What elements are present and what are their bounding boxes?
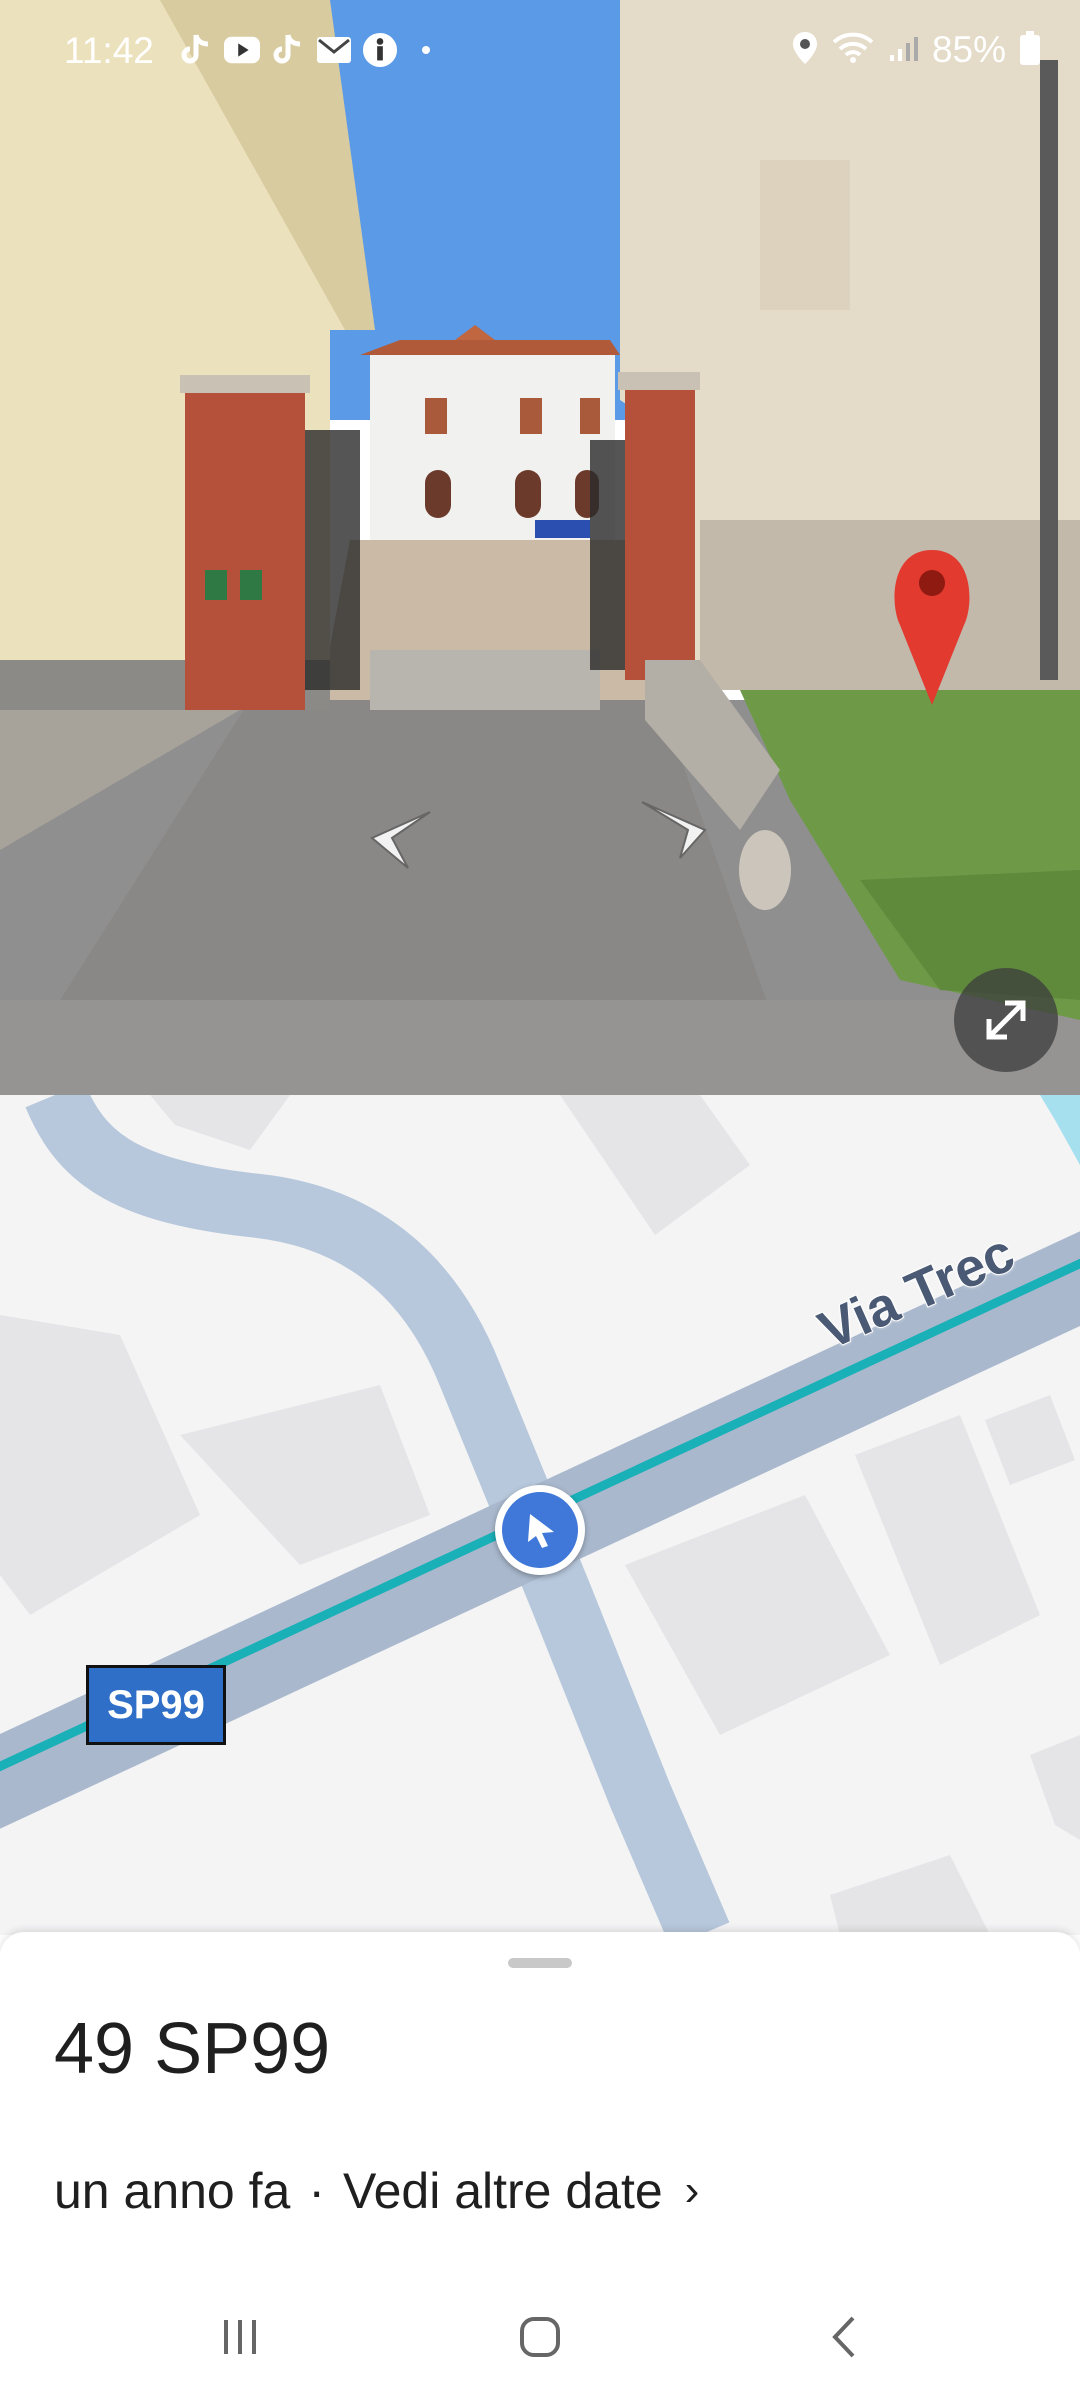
location-icon <box>792 31 818 70</box>
back-button[interactable] <box>805 2302 885 2372</box>
recents-button[interactable] <box>200 2302 280 2372</box>
street-view-panorama[interactable] <box>0 0 1080 1095</box>
status-bar: 11:42 85% <box>0 0 1080 84</box>
see-more-dates-label: Vedi altre date <box>342 2163 663 2219</box>
place-info-sheet[interactable]: 49 SP99 un anno fa · Vedi altre date › <box>0 1932 1080 2272</box>
battery-percent: 85% <box>931 29 1006 70</box>
battery-icon <box>1020 30 1040 70</box>
mail-icon <box>316 32 352 68</box>
image-date-row: un anno fa · Vedi altre date › <box>54 2162 699 2220</box>
sheet-drag-handle[interactable] <box>508 1958 572 1968</box>
status-time: 11:42 <box>64 30 154 71</box>
tiktok-icon <box>270 32 306 68</box>
home-icon <box>520 2317 560 2357</box>
signal-icon <box>888 33 918 68</box>
tiktok-icon <box>178 32 214 68</box>
road-shield: SP99 <box>86 1665 226 1745</box>
image-age: un anno fa <box>54 2163 291 2219</box>
expand-button[interactable] <box>954 968 1058 1072</box>
place-title: 49 SP99 <box>54 2009 331 2089</box>
separator: · <box>308 2163 325 2219</box>
navigation-arrow-icon <box>528 1514 554 1548</box>
location-marker[interactable] <box>495 1485 585 1575</box>
see-more-dates-link[interactable]: Vedi altre date › <box>343 2162 699 2220</box>
system-nav-bar <box>0 2272 1080 2400</box>
back-icon <box>832 2316 855 2358</box>
youtube-icon <box>224 32 260 68</box>
info-icon <box>362 32 398 68</box>
recents-icon <box>224 2320 256 2354</box>
chevron-right-icon: › <box>684 2166 700 2215</box>
notification-icons <box>178 30 444 70</box>
system-icons: 85% <box>792 29 1040 70</box>
home-button[interactable] <box>500 2302 580 2372</box>
dot-icon <box>408 32 444 68</box>
wifi-icon <box>832 32 874 69</box>
expand-icon <box>986 1000 1026 1040</box>
